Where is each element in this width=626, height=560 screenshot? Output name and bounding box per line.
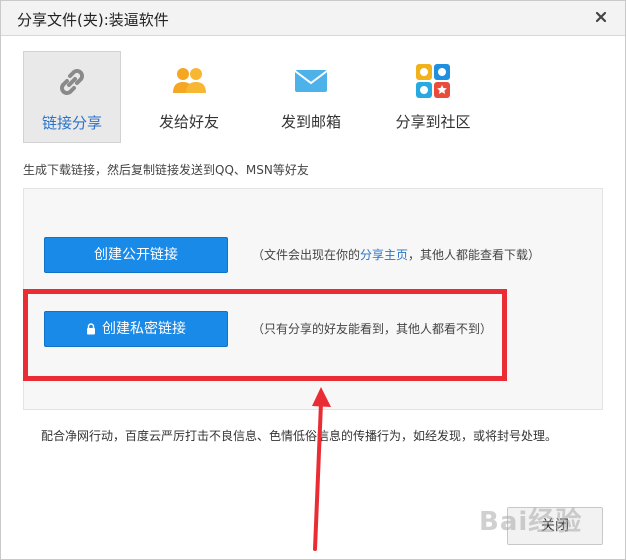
highlight-box: [23, 289, 507, 381]
tab-send-friends[interactable]: 发给好友: [141, 51, 237, 141]
title-bar: 分享文件(夹):装逼软件: [1, 1, 625, 36]
public-link-note: （文件会出现在你的分享主页，其他人都能查看下载）: [252, 246, 540, 263]
community-icon: [416, 64, 450, 98]
tab-send-email[interactable]: 发到邮箱: [263, 51, 359, 141]
dialog-title: 分享文件(夹):装逼软件: [17, 11, 169, 29]
note-text: ，其他人都能查看下载）: [408, 248, 541, 262]
tab-share-community[interactable]: 分享到社区: [385, 51, 481, 141]
tab-label: 分享到社区: [395, 113, 471, 131]
close-icon[interactable]: [591, 7, 611, 27]
share-description: 生成下载链接，然后复制链接发送到QQ、MSN等好友: [23, 163, 309, 177]
share-tabs: 链接分享 发给好友 发到邮箱 分享到社区: [23, 51, 503, 143]
button-label: 创建公开链接: [94, 247, 178, 263]
mail-icon: [294, 70, 328, 92]
create-public-link-button[interactable]: 创建公开链接: [44, 237, 228, 273]
link-icon: [60, 69, 84, 95]
share-homepage-link[interactable]: 分享主页: [360, 248, 408, 262]
share-dialog: 分享文件(夹):装逼软件 链接分享 发给好友 发到邮箱 分享到社区 生成下载链接…: [0, 0, 626, 560]
tab-link-share[interactable]: 链接分享: [23, 51, 121, 143]
tab-label: 发给好友: [158, 113, 219, 131]
note-text: （文件会出现在你的: [252, 248, 361, 262]
friends-icon: [173, 68, 206, 93]
tab-label: 发到邮箱: [280, 113, 341, 131]
policy-notice: 配合净网行动，百度云严厉打击不良信息、色情低俗信息的传播行为，如经发现，或将封号…: [41, 429, 558, 443]
red-arrow: [312, 387, 331, 551]
tab-label: 链接分享: [41, 114, 102, 132]
baidu-jingyan-watermark: Bai经验: [479, 507, 583, 537]
